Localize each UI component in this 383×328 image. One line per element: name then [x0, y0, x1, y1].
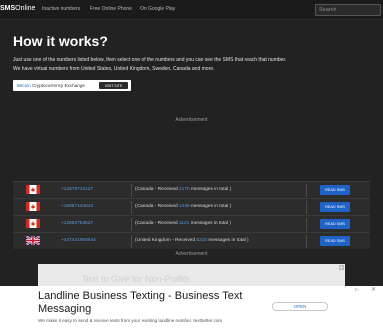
banner-open-button[interactable]: OPEN: [272, 302, 328, 311]
promo-description: Cryptocurrency Exchange: [30, 83, 85, 88]
banner-title[interactable]: Landline Business Texting - Business Tex…: [38, 290, 298, 316]
column-divider: [306, 218, 307, 231]
ad-info-icon[interactable]: [339, 265, 344, 270]
phone-number-link[interactable]: +447441959544: [61, 238, 96, 243]
promo-bar: Bitcoin Cryptocurrency Exchange VISIT SI…: [13, 80, 131, 91]
ad-frame[interactable]: Text to Give for Non-Profits: [38, 264, 345, 286]
banner-subtitle: We make it easy to send & receive texts …: [38, 318, 223, 323]
message-count: 5215: [196, 238, 208, 243]
nav-link-free-online-phone[interactable]: Free Online Phone: [90, 6, 132, 12]
received-prefix: - Received: [170, 238, 197, 243]
read-sms-button[interactable]: READ SMS: [320, 202, 350, 212]
uk-flag-icon: [26, 236, 40, 245]
phone-number-link[interactable]: +12892763527: [61, 221, 93, 226]
received-suffix: messages in total: [189, 204, 230, 209]
column-divider: [131, 184, 132, 197]
number-row-4: +447441959544 (United Kingdom - Received…: [13, 232, 370, 249]
phone-number-link[interactable]: +12878710127: [61, 187, 93, 192]
received-info: (Canada - Received 1121 messages in tota…: [135, 221, 231, 226]
intro-text-line-1: Just use one of the numbers listed below…: [13, 57, 287, 63]
top-navbar: SMSOnline Inactive numbers Free Online P…: [0, 0, 383, 20]
column-divider: [306, 201, 307, 214]
received-info: (Canada - Received 2170 messages in tota…: [135, 187, 232, 192]
column-divider: [131, 201, 132, 214]
column-divider: [131, 235, 132, 248]
country-name: Canada: [136, 221, 154, 226]
advertisement-label-top: Advertisement: [175, 117, 208, 123]
visit-site-button[interactable]: VISIT SITE: [99, 82, 128, 89]
read-sms-button[interactable]: READ SMS: [320, 236, 350, 246]
read-sms-button[interactable]: READ SMS: [320, 219, 350, 229]
search-input[interactable]: [315, 4, 381, 16]
brand-logo[interactable]: SMSOnline: [0, 5, 35, 12]
canada-flag-icon: [26, 185, 40, 194]
received-prefix: - Received: [153, 187, 180, 192]
country-name: United Kingdom: [136, 238, 171, 243]
close-icon[interactable]: ✕: [371, 286, 376, 293]
message-count: 1121: [179, 221, 190, 226]
ad-ghost-text: Text to Give for Non-Profits: [82, 274, 191, 284]
received-suffix: messages in total: [189, 187, 230, 192]
promo-highlight[interactable]: Bitcoin: [17, 83, 31, 88]
nav-link-inactive-numbers[interactable]: Inactive numbers: [42, 6, 80, 12]
phone-number-link[interactable]: +15887144042: [61, 204, 93, 209]
canada-flag-icon: [26, 202, 40, 211]
country-name: Canada: [136, 204, 154, 209]
received-prefix: - Received: [153, 204, 180, 209]
number-row-2: +15887144042 (Canada - Received 1445 mes…: [13, 198, 370, 215]
brand-prefix: SMS: [0, 5, 16, 12]
column-divider: [306, 184, 307, 197]
received-info: (United Kingdom - Received 5215 messages…: [135, 238, 249, 243]
page-title: How it works?: [13, 33, 108, 49]
intro-text-line-2: We have virtual numbers from United Stat…: [13, 66, 215, 72]
country-name: Canada: [136, 187, 154, 192]
canada-flag-icon: [26, 219, 40, 228]
received-suffix: messages in total: [207, 238, 248, 243]
number-row-3: +12892763527 (Canada - Received 1121 mes…: [13, 215, 370, 232]
message-count: 1445: [179, 204, 190, 209]
promo-text: Bitcoin Cryptocurrency Exchange: [17, 83, 85, 88]
received-prefix: - Received: [153, 221, 180, 226]
number-row-1: +12878710127 (Canada - Received 2170 mes…: [13, 181, 370, 198]
ad-choices-icon[interactable]: ▷: [355, 287, 359, 293]
column-divider: [306, 235, 307, 248]
nav-link-google-play[interactable]: On Google Play: [140, 6, 175, 12]
read-sms-button[interactable]: READ SMS: [320, 185, 350, 195]
received-suffix: messages in total: [189, 221, 230, 226]
column-divider: [131, 218, 132, 231]
bottom-banner-ad[interactable]: Landline Business Texting - Business Tex…: [0, 286, 383, 328]
received-info: (Canada - Received 1445 messages in tota…: [135, 204, 232, 209]
brand-suffix: Online: [15, 5, 36, 12]
message-count: 2170: [179, 187, 190, 192]
advertisement-label-bottom: Advertisement: [175, 251, 208, 257]
